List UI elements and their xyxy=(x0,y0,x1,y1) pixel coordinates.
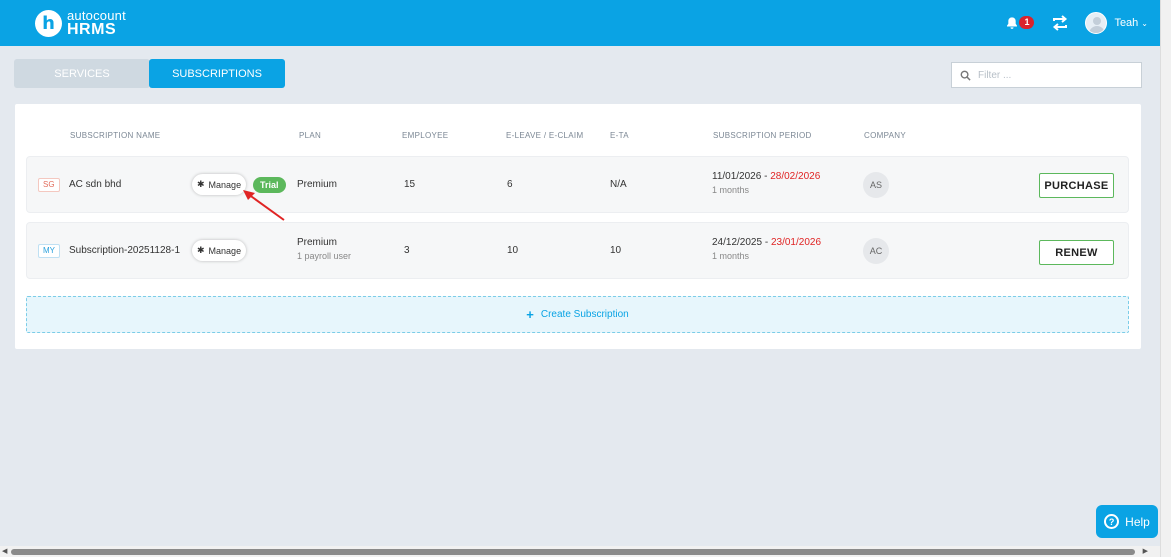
bell-icon xyxy=(1007,17,1018,29)
eleave-count: 6 xyxy=(507,179,513,190)
user-name[interactable]: Teah xyxy=(1114,17,1138,29)
eta-count: N/A xyxy=(610,179,627,190)
table-row: SG AC sdn bhd ✱ Manage Trial Premium 15 … xyxy=(26,156,1129,213)
tab-subscriptions[interactable]: SUBSCRIPTIONS xyxy=(149,59,285,88)
subscription-period: 24/12/2025 - 23/01/2026 1 months xyxy=(712,237,822,261)
plus-icon: + xyxy=(526,307,534,322)
period-start: 11/01/2026 xyxy=(712,171,762,182)
gear-icon: ✱ xyxy=(197,179,205,189)
subscription-name: Subscription-20251128-1 xyxy=(69,245,181,256)
period-length: 1 months xyxy=(712,251,750,261)
country-tag: SG xyxy=(38,178,60,192)
col-header-name: SUBSCRIPTION NAME xyxy=(70,131,161,140)
company-badge: AC xyxy=(863,238,889,264)
help-icon: ? xyxy=(1104,514,1120,529)
renew-button[interactable]: RENEW xyxy=(1039,240,1114,265)
tab-bar: SERVICES SUBSCRIPTIONS xyxy=(14,59,285,88)
plan-name: Premium xyxy=(297,179,338,190)
annotation-arrow-icon xyxy=(243,190,285,221)
country-tag: MY xyxy=(38,244,60,258)
plan-cell: Premium 1 payroll user xyxy=(297,237,351,261)
tab-services[interactable]: SERVICES xyxy=(14,59,150,88)
purchase-button[interactable]: PURCHASE xyxy=(1039,173,1114,198)
manage-button[interactable]: ✱ Manage xyxy=(192,174,247,195)
period-end: 28/02/2026 xyxy=(770,171,821,182)
vertical-scrollbar[interactable] xyxy=(1160,0,1171,557)
employee-count: 15 xyxy=(404,179,416,190)
logo-mark: h xyxy=(35,10,62,37)
eleave-count: 10 xyxy=(507,245,519,256)
notification-count-badge: 1 xyxy=(1019,16,1035,29)
user-avatar[interactable] xyxy=(1085,12,1108,34)
manage-button[interactable]: ✱ Manage xyxy=(192,240,247,261)
horizontal-scrollbar[interactable]: ◀ ▶ xyxy=(0,546,1160,557)
col-header-period: SUBSCRIPTION PERIOD xyxy=(713,131,812,140)
col-header-employee: EMPLOYEE xyxy=(402,131,449,140)
notifications-button[interactable]: 1 xyxy=(1005,13,1035,33)
scroll-right-icon[interactable]: ▶ xyxy=(1143,547,1148,555)
subscriptions-panel: SUBSCRIPTION NAME PLAN EMPLOYEE E-LEAVE … xyxy=(15,104,1141,349)
plan-detail: 1 payroll user xyxy=(297,251,352,261)
company-badge: AS xyxy=(863,172,889,198)
filter-input[interactable] xyxy=(978,69,1138,81)
chevron-down-icon[interactable]: ⌄ xyxy=(1141,19,1148,28)
scrollbar-thumb[interactable] xyxy=(11,549,1135,555)
gear-icon: ✱ xyxy=(197,245,205,255)
period-start: 24/12/2025 xyxy=(712,237,763,248)
period-length: 1 months xyxy=(712,185,750,195)
search-icon xyxy=(960,70,971,81)
col-header-company: COMPANY xyxy=(864,131,906,140)
table-row: MY Subscription-20251128-1 ✱ Manage Prem… xyxy=(26,222,1129,279)
create-subscription-button[interactable]: + Create Subscription xyxy=(26,296,1129,333)
top-bar: h autocount HRMS 1 Teah ⌄ xyxy=(0,0,1160,46)
period-end: 23/01/2026 xyxy=(770,237,822,248)
subscription-name: AC sdn bhd xyxy=(69,179,122,190)
col-header-eta: E-TA xyxy=(610,131,629,140)
eta-count: 10 xyxy=(610,245,622,256)
employee-count: 3 xyxy=(404,245,410,256)
scroll-left-icon[interactable]: ◀ xyxy=(2,547,7,555)
col-header-eleave: E-LEAVE / E-CLAIM xyxy=(506,131,584,140)
filter-box[interactable] xyxy=(951,62,1142,88)
col-header-plan: PLAN xyxy=(299,131,322,140)
logo-product: HRMS xyxy=(67,21,117,38)
subscription-period: 11/01/2026 - 28/02/2026 1 months xyxy=(712,171,821,195)
plan-name: Premium xyxy=(297,237,338,248)
switch-icon[interactable] xyxy=(1051,14,1069,32)
app-logo[interactable]: h autocount HRMS xyxy=(35,9,126,38)
help-button[interactable]: ? Help xyxy=(1096,505,1158,538)
